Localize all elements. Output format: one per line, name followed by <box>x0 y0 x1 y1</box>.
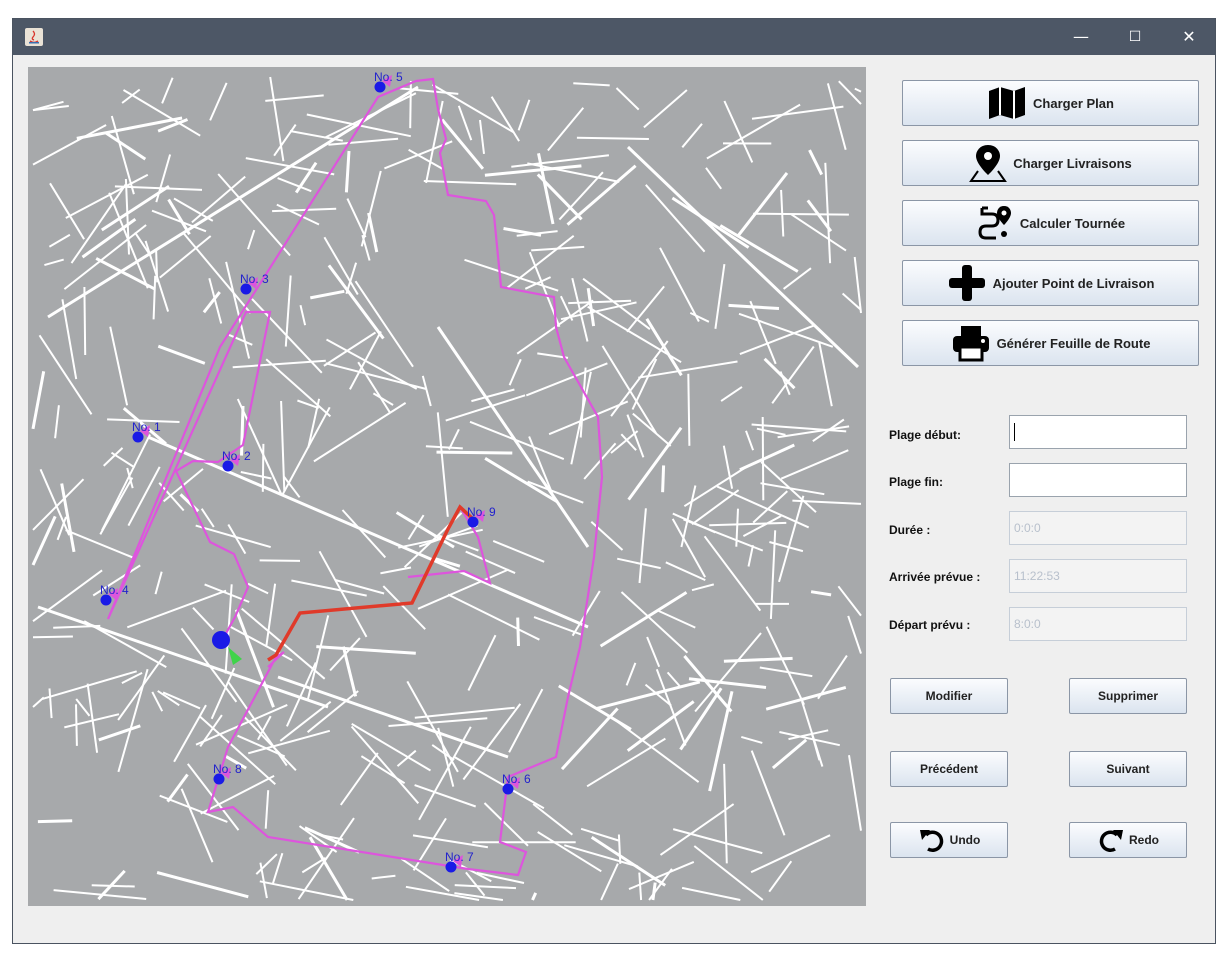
delete-button[interactable]: Supprimer <box>1069 678 1187 714</box>
duree-field: 0:0:0 <box>1009 511 1187 545</box>
title-bar[interactable]: — ☐ ✕ <box>13 19 1215 55</box>
warehouse-arrow <box>228 647 242 665</box>
plage-debut-label: Plage début: <box>889 428 962 442</box>
delivery-label: No. 5 <box>374 70 403 84</box>
maximize-button[interactable]: ☐ <box>1112 19 1158 55</box>
street-network <box>31 76 862 901</box>
generate-sheet-button[interactable]: Générer Feuille de Route <box>902 320 1199 366</box>
current-segment <box>267 504 475 662</box>
map-canvas[interactable]: No. 1 No. 2 No. 3 No. 4 No. 5 No. 6 No. 7 No. 8… <box>28 67 866 906</box>
map-icon <box>989 87 1026 119</box>
tour-route <box>106 77 604 877</box>
plage-debut-input[interactable] <box>1009 415 1187 449</box>
previous-button[interactable]: Précédent <box>890 751 1008 787</box>
add-point-button[interactable]: Ajouter Point de Livraison <box>902 260 1199 306</box>
add-point-label: Ajouter Point de Livraison <box>992 275 1155 291</box>
load-plan-button[interactable]: Charger Plan <box>902 80 1199 126</box>
load-deliveries-button[interactable]: Charger Livraisons <box>902 140 1199 186</box>
undo-label: Undo <box>949 833 981 847</box>
delivery-label: No. 8 <box>213 762 242 776</box>
app-window: — ☐ ✕ No. 1 No. 2 No. 3 No. 4 No. 5 No. 6 No. … <box>12 18 1216 944</box>
undo-button[interactable]: Undo <box>890 822 1008 858</box>
delivery-label: No. 2 <box>222 449 251 463</box>
delivery-label: No. 6 <box>502 772 531 786</box>
duree-label: Durée : <box>889 523 931 537</box>
next-button[interactable]: Suivant <box>1069 751 1187 787</box>
load-plan-label: Charger Plan <box>1033 95 1114 111</box>
delivery-point[interactable]: No. 8 <box>213 762 242 785</box>
warehouse-marker <box>212 631 230 649</box>
undo-icon <box>919 830 943 852</box>
compute-tour-label: Calculer Tournée <box>1019 215 1126 231</box>
delivery-point[interactable]: No. 2 <box>222 449 251 472</box>
close-button[interactable]: ✕ <box>1166 19 1212 55</box>
load-deliveries-label: Charger Livraisons <box>1013 155 1132 171</box>
depart-field: 8:0:0 <box>1009 607 1187 641</box>
delivery-point[interactable]: No. 9 <box>467 505 496 528</box>
map-svg[interactable]: No. 1 No. 2 No. 3 No. 4 No. 5 No. 6 No. 7 No. 8… <box>28 67 866 906</box>
text-cursor <box>1014 423 1015 441</box>
plus-icon <box>948 265 985 301</box>
delete-label: Supprimer <box>1097 689 1158 703</box>
arrivee-field: 11:22:53 <box>1009 559 1187 593</box>
redo-icon <box>1099 830 1123 852</box>
generate-sheet-label: Générer Feuille de Route <box>996 335 1151 351</box>
redo-button[interactable]: Redo <box>1069 822 1187 858</box>
previous-label: Précédent <box>919 762 979 776</box>
modify-button[interactable]: Modifier <box>890 678 1008 714</box>
delivery-label: No. 9 <box>467 505 496 519</box>
redo-label: Redo <box>1129 833 1159 847</box>
arrivee-label: Arrivée prévue : <box>889 570 981 584</box>
delivery-label: No. 7 <box>445 850 474 864</box>
location-pin-icon <box>969 145 1008 182</box>
delivery-label: No. 4 <box>100 583 129 597</box>
depart-label: Départ prévu : <box>889 618 971 632</box>
delivery-label: No. 1 <box>132 420 161 434</box>
next-label: Suivant <box>1106 762 1150 776</box>
plage-fin-label: Plage fin: <box>889 475 944 489</box>
delivery-label: No. 3 <box>240 272 269 286</box>
minimize-button[interactable]: — <box>1058 19 1104 55</box>
modify-label: Modifier <box>925 689 973 703</box>
compute-tour-button[interactable]: Calculer Tournée <box>902 200 1199 246</box>
printer-icon <box>952 326 989 362</box>
java-icon <box>25 28 43 46</box>
delivery-point[interactable]: No. 6 <box>502 772 531 795</box>
route-icon <box>978 206 1011 240</box>
plage-fin-input[interactable] <box>1009 463 1187 497</box>
